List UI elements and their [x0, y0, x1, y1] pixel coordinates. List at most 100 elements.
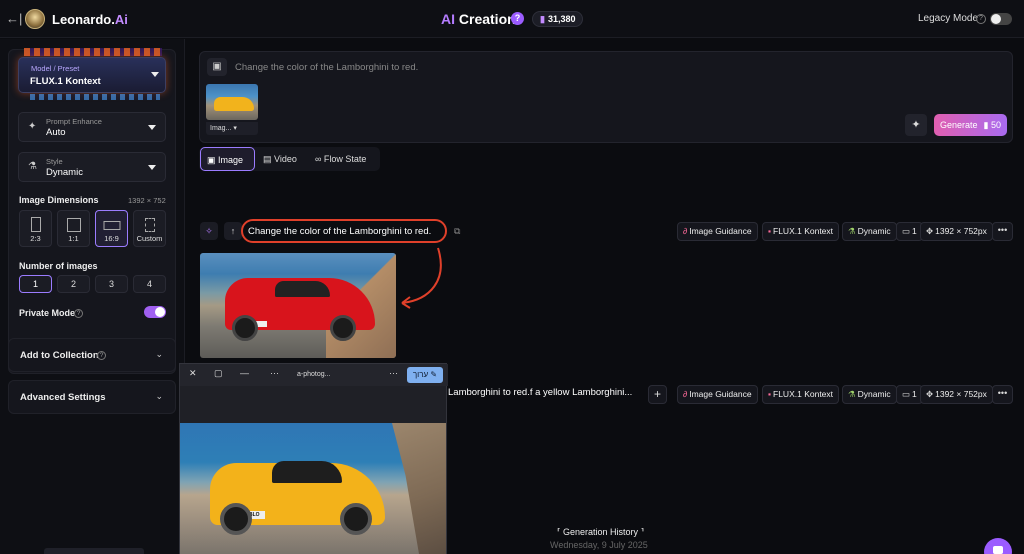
close-icon[interactable]: ✕: [189, 368, 197, 379]
magic-enhance-icon[interactable]: ✦: [905, 114, 927, 136]
model-banner-top: [24, 48, 162, 56]
count-1-button[interactable]: 1: [19, 275, 52, 293]
tag-count[interactable]: ▭ 1: [896, 222, 923, 241]
advanced-settings-accordion[interactable]: Advanced Settings ⌄: [8, 380, 176, 414]
number-of-images-title: Number of images: [19, 261, 98, 271]
viewer-more-icon[interactable]: ···: [389, 368, 398, 378]
model-icon: ▪: [768, 226, 772, 236]
chevron-down-icon: [151, 72, 159, 77]
tag-count[interactable]: ▭ 1: [896, 385, 923, 404]
prompt-enhance-select[interactable]: ✦ Prompt Enhance Auto: [18, 112, 166, 142]
reference-image-label[interactable]: Imag... ▾: [206, 122, 258, 135]
original-image-yellow: DIABLO: [180, 423, 446, 554]
count-2-button[interactable]: 2: [57, 275, 90, 293]
tab-image[interactable]: ▣ Image: [200, 147, 255, 171]
tag-style[interactable]: ⚗ Dynamic: [842, 385, 897, 404]
style-select[interactable]: ⚗ Style Dynamic: [18, 152, 166, 182]
tag-dimensions[interactable]: ✥ 1392 × 752px: [920, 222, 993, 241]
tag-image-guidance[interactable]: ∂ Image Guidance: [677, 222, 758, 241]
tag-text: Dynamic: [857, 389, 891, 399]
style-icon: ⚗: [848, 389, 856, 399]
token-icon: ▮: [540, 14, 545, 24]
more-options-button[interactable]: •••: [992, 222, 1013, 241]
ratio-custom-button[interactable]: Custom: [133, 210, 166, 247]
back-icon[interactable]: ←|: [6, 11, 22, 26]
add-to-collection-label: Add to Collection: [20, 350, 99, 361]
generation-type-icon: ✧: [200, 222, 218, 240]
brand-name: Leonardo.: [52, 12, 115, 27]
model-preset-select[interactable]: Model / Preset FLUX.1 Kontext: [18, 57, 166, 93]
annotation-arrow: [401, 247, 442, 309]
guidance-icon: ∂: [683, 389, 688, 399]
token-balance[interactable]: ▮ 31,380: [532, 11, 584, 27]
tag-style[interactable]: ⚗ Dynamic: [842, 222, 897, 241]
style-value: Dynamic: [46, 167, 83, 178]
edit-button[interactable]: ערוך ✎: [407, 367, 443, 383]
count-4-button[interactable]: 4: [133, 275, 166, 293]
tag-text: FLUX.1 Kontext: [773, 226, 834, 236]
count-3-button[interactable]: 3: [95, 275, 128, 293]
wheel: [330, 315, 356, 341]
style-icon: ⚗: [848, 226, 856, 236]
private-help-icon[interactable]: ?: [74, 309, 83, 318]
minimize-icon[interactable]: —: [240, 368, 249, 378]
car-window: [275, 281, 330, 297]
chat-support-icon[interactable]: [984, 538, 1012, 554]
ratio-2-3-button[interactable]: 2:3: [19, 210, 52, 247]
generate-button[interactable]: Generate ▮ 50: [934, 114, 1007, 136]
tag-text: Image Guidance: [689, 389, 752, 399]
viewer-filename: a-photog...: [297, 371, 331, 378]
reuse-prompt-icon[interactable]: ↑: [224, 222, 242, 240]
generation-history-title[interactable]: ⸢ Generation History ⸣: [557, 527, 644, 538]
brand-ai: Ai: [114, 12, 128, 27]
flask-icon: ⚗: [28, 161, 37, 172]
generated-image-red[interactable]: [200, 253, 396, 358]
tag-text: 1392 × 752px: [935, 226, 987, 236]
copy-icon[interactable]: ⧉: [454, 226, 460, 237]
tab-flow-state[interactable]: ∞ Flow State: [309, 147, 379, 171]
top-bar: ←| Leonardo.Ai AI Creation ? ▮ 31,380 Leg…: [0, 0, 1024, 38]
car-window: [272, 461, 342, 483]
tag-text: FLUX.1 Kontext: [773, 389, 834, 399]
tag-image-guidance[interactable]: ∂ Image Guidance: [677, 385, 758, 404]
token-count: 31,380: [547, 14, 576, 24]
more-icon[interactable]: ···: [270, 368, 279, 378]
image-dimensions-value: 1392 × 752: [128, 196, 166, 205]
ratio-1-1-button[interactable]: 1:1: [57, 210, 90, 247]
more-options-button[interactable]: •••: [992, 385, 1013, 404]
sidebar-footer-button[interactable]: [44, 548, 144, 554]
help-icon[interactable]: ?: [511, 12, 524, 25]
ratio-shape: [66, 218, 81, 232]
brand-logo[interactable]: Leonardo.Ai: [52, 12, 128, 27]
chevron-down-icon: [148, 125, 156, 130]
maximize-icon[interactable]: ▢: [214, 368, 223, 379]
generation-prompt-2[interactable]: Lamborghini to red.f a yellow Lamborghin…: [448, 387, 632, 398]
page-title-ai: AI: [441, 11, 455, 27]
guidance-icon: ∂: [683, 226, 688, 236]
reference-image-thumbnail[interactable]: [206, 84, 258, 120]
collection-help-icon[interactable]: ?: [97, 351, 106, 360]
private-mode-toggle[interactable]: [144, 306, 166, 318]
add-to-collection-accordion[interactable]: Add to Collection ? ⌄: [8, 338, 176, 372]
tab-image-label: Image: [218, 155, 244, 165]
avatar[interactable]: [25, 9, 45, 29]
model-label: Model / Preset: [31, 64, 80, 73]
generation-prompt[interactable]: Change the color of the Lamborghini to r…: [248, 226, 431, 237]
tag-dimensions[interactable]: ✥ 1392 × 752px: [920, 385, 993, 404]
chevron-down-icon: [148, 165, 156, 170]
generate-cost-value: 50: [990, 120, 1001, 130]
chevron-down-icon: ⌄: [155, 391, 163, 401]
generate-label: Generate: [940, 120, 978, 130]
add-button[interactable]: +: [648, 385, 667, 404]
move-icon: ✥: [926, 389, 934, 399]
legacy-help-icon[interactable]: ?: [976, 14, 986, 24]
ratio-16-9-button[interactable]: 16:9: [95, 210, 128, 247]
wheel: [232, 315, 258, 341]
history-title-text: Generation History: [563, 527, 639, 537]
prompt-input[interactable]: Change the color of the Lamborghini to r…: [235, 62, 418, 73]
tab-video[interactable]: ▤ Video: [257, 147, 307, 171]
tag-model[interactable]: ▪ FLUX.1 Kontext: [762, 385, 840, 404]
image-upload-icon[interactable]: ▣: [207, 58, 227, 76]
legacy-mode-toggle[interactable]: [990, 13, 1012, 25]
tag-model[interactable]: ▪ FLUX.1 Kontext: [762, 222, 840, 241]
